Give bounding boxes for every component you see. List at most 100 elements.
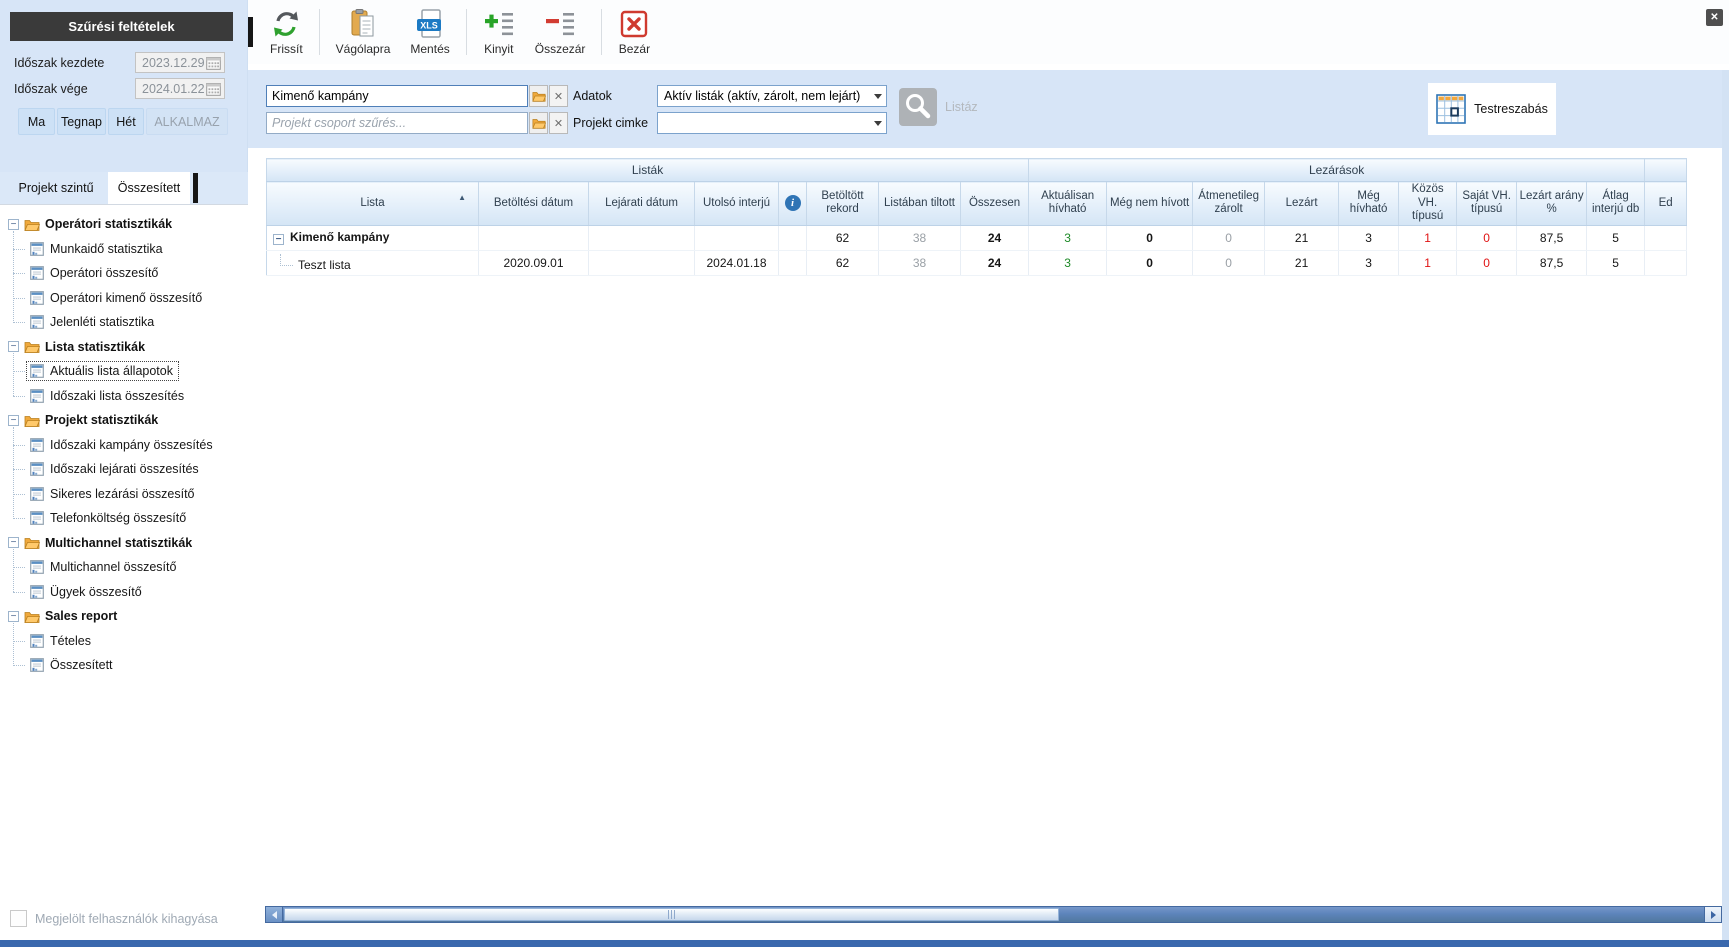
column-header[interactable]: Még hívható <box>1338 181 1400 226</box>
tree-item[interactable]: Összesített <box>0 653 248 678</box>
skip-users-checkbox-row: Megjelölt felhasználók kihagyása <box>10 910 218 927</box>
report-icon <box>30 388 44 403</box>
tree-folder-multichannel[interactable]: − Multichannel statisztikák <box>0 531 248 556</box>
week-button[interactable]: Hét <box>108 108 144 135</box>
cell <box>1644 250 1688 276</box>
tab-projekt-szintu[interactable]: Projekt szintű <box>6 172 106 204</box>
collapse-icon[interactable]: − <box>273 234 284 246</box>
apply-button[interactable]: ALKALMAZ <box>146 108 228 135</box>
today-button[interactable]: Ma <box>18 108 55 135</box>
column-header[interactable]: Utolsó interjú <box>694 181 779 226</box>
customize-button[interactable]: Testreszabás <box>1428 83 1556 135</box>
tree-item[interactable]: Operátori kimenő összesítő <box>0 286 248 311</box>
tree-item[interactable]: Időszaki lista összesítés <box>0 384 248 409</box>
main-panel: Frissít Vágólapra XLS Mentés Kinyit Össz… <box>248 0 1729 947</box>
sidebar-splitter-handle[interactable] <box>248 17 253 47</box>
tree-folder-operatori[interactable]: − Operátori statisztikák <box>0 212 248 237</box>
skip-users-checkbox[interactable] <box>10 910 27 927</box>
collapse-icon[interactable]: − <box>8 218 19 230</box>
tree-item[interactable]: Jelenléti statisztika <box>0 310 248 335</box>
column-header[interactable]: Átlag interjú db <box>1586 181 1646 226</box>
tree-item[interactable]: Telefonköltség összesítő <box>0 506 248 531</box>
tree-item[interactable]: Tételes <box>0 629 248 654</box>
copy-to-clipboard-button[interactable]: Vágólapra <box>326 4 401 60</box>
cell: 38 <box>878 250 961 276</box>
table-row[interactable]: Teszt lista 2020.09.01 2024.01.18 62 38 … <box>266 250 1688 276</box>
scrollbar-thumb[interactable] <box>284 908 1059 921</box>
calendar-icon[interactable] <box>206 56 221 70</box>
scroll-left-button[interactable] <box>266 907 283 922</box>
tree-item[interactable]: Időszaki kampány összesítés <box>0 433 248 458</box>
period-start-field[interactable]: 2023.12.29 <box>135 52 225 73</box>
group-header-lezarasok: Lezárások <box>1028 158 1646 182</box>
close-report-button[interactable]: Bezár <box>608 4 660 60</box>
column-header[interactable]: Közös VH. típusú <box>1398 181 1458 226</box>
collapse-icon[interactable]: − <box>8 610 19 622</box>
column-header[interactable]: Listában tiltott <box>878 181 961 226</box>
tree-folder-lista[interactable]: − Lista statisztikák <box>0 335 248 360</box>
horizontal-scrollbar[interactable] <box>265 906 1722 923</box>
cell: 0 <box>1456 225 1518 251</box>
tree-item[interactable]: Ügyek összesítő <box>0 580 248 605</box>
tree-folder-sales[interactable]: − Sales report <box>0 604 248 629</box>
grip-icon <box>667 910 676 919</box>
collapse-all-button[interactable]: Összezár <box>525 4 596 60</box>
cell: 0 <box>1192 250 1266 276</box>
project-group-clear-button[interactable]: ✕ <box>549 112 568 134</box>
column-header[interactable]: Saját VH. típusú <box>1456 181 1518 226</box>
collapse-icon[interactable]: − <box>8 414 19 426</box>
column-header[interactable]: Lezárt <box>1264 181 1340 226</box>
cell: 3 <box>1338 225 1400 251</box>
column-header[interactable]: Lezárt arány % <box>1516 181 1588 226</box>
save-xls-button[interactable]: XLS Mentés <box>400 4 459 60</box>
tree-item[interactable]: Sikeres lezárási összesítő <box>0 482 248 507</box>
tree-item[interactable]: Munkaidő statisztika <box>0 237 248 262</box>
cell: 38 <box>878 225 961 251</box>
sidebar-tab-strip: Projekt szintű Összesített <box>0 172 248 205</box>
list-button[interactable]: Listáz <box>899 82 985 132</box>
expand-all-button[interactable]: Kinyit <box>473 4 525 60</box>
column-header[interactable]: Összesen <box>960 181 1030 226</box>
scroll-right-button[interactable] <box>1704 907 1721 922</box>
period-end-field[interactable]: 2024.01.22 <box>135 78 225 99</box>
column-group-header-row: Listák Lezárások <box>266 158 1688 182</box>
table-row-group[interactable]: − Kimenő kampány 62 38 24 3 0 0 21 3 1 0… <box>266 225 1688 251</box>
project-group-folder-button[interactable] <box>529 112 548 134</box>
calendar-icon[interactable] <box>206 82 221 96</box>
tab-splitter-handle[interactable] <box>193 173 198 203</box>
yesterday-button[interactable]: Tegnap <box>57 108 106 135</box>
tab-osszesitett[interactable]: Összesített <box>108 172 190 204</box>
column-header-lista[interactable]: Lista ▲ <box>266 181 479 226</box>
tree-item[interactable]: Operátori összesítő <box>0 261 248 286</box>
column-header[interactable]: Lejárati dátum <box>588 181 695 226</box>
collapse-icon[interactable]: − <box>8 537 19 549</box>
column-header[interactable]: Betöltött rekord <box>806 181 879 226</box>
campaign-folder-button[interactable] <box>529 85 548 107</box>
collapse-icon[interactable]: − <box>8 341 19 353</box>
tree-item[interactable]: Multichannel összesítő <box>0 555 248 580</box>
campaign-filter-input[interactable] <box>266 85 528 107</box>
tree-item-selected[interactable]: Aktuális lista állapotok <box>0 359 248 384</box>
data-select-dropdown[interactable]: Aktív listák (aktív, zárolt, nem lejárt) <box>657 85 887 107</box>
cell: 5 <box>1586 250 1646 276</box>
column-header[interactable]: Még nem hívott <box>1106 181 1194 226</box>
cell <box>478 225 589 251</box>
window-close-button[interactable]: ✕ <box>1706 9 1723 26</box>
column-header-info[interactable]: i <box>778 181 807 226</box>
tree-item[interactable]: Időszaki lejárati összesítés <box>0 457 248 482</box>
tree-group: − Sales report Tételes Összesített <box>0 604 248 678</box>
column-header[interactable]: Aktuálisan hívható <box>1028 181 1108 226</box>
tree-folder-projekt[interactable]: − Projekt statisztikák <box>0 408 248 433</box>
refresh-button[interactable]: Frissít <box>260 4 313 60</box>
project-group-filter-input[interactable] <box>266 112 528 134</box>
cell: 62 <box>806 250 879 276</box>
column-header[interactable]: Ed <box>1644 181 1688 226</box>
filter-panel-title: Szűrési feltételek <box>10 12 233 41</box>
report-icon <box>30 560 44 575</box>
campaign-clear-button[interactable]: ✕ <box>549 85 568 107</box>
column-header[interactable]: Betöltési dátum <box>478 181 589 226</box>
project-label-dropdown[interactable] <box>657 112 887 134</box>
report-tree: − Operátori statisztikák Munkaidő statis… <box>0 212 248 678</box>
tree-group-label: Multichannel statisztikák <box>45 535 193 550</box>
column-header[interactable]: Átmenetileg zárolt <box>1192 181 1266 226</box>
